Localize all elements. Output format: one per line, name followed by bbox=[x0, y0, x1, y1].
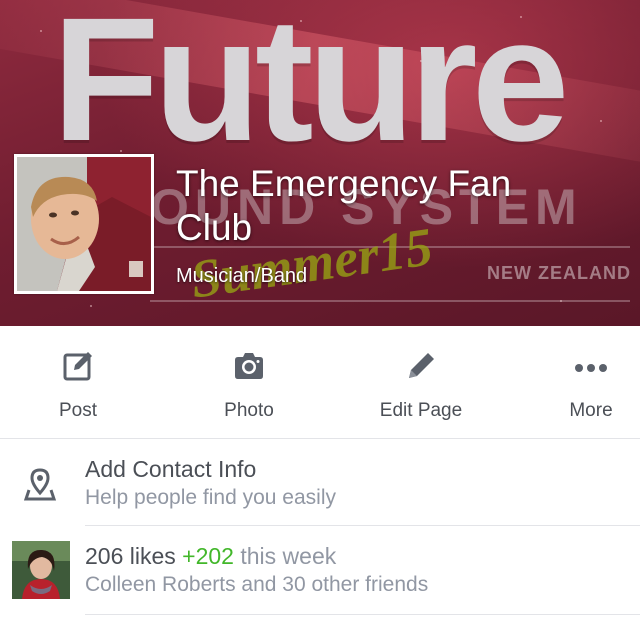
edit-page-button-label: Edit Page bbox=[379, 400, 463, 421]
page-action-bar: Post Photo Edit Page More bbox=[0, 326, 640, 439]
photo-button-label: Photo bbox=[224, 400, 274, 421]
camera-icon bbox=[235, 353, 263, 379]
more-button[interactable]: More bbox=[532, 326, 640, 438]
post-button[interactable]: Post bbox=[18, 326, 138, 438]
likes-summary: 206 likes +202 this week bbox=[85, 543, 336, 570]
location-pin-icon bbox=[23, 468, 57, 501]
row-divider bbox=[85, 525, 640, 526]
profile-portrait-icon bbox=[17, 157, 151, 291]
cover-photo[interactable]: Future OUND SYSTEM Summer15 NEW ZEALAND … bbox=[0, 0, 640, 326]
edit-page-button[interactable]: Edit Page bbox=[360, 326, 482, 438]
page-likes-row[interactable]: 206 likes +202 this week Colleen Roberts… bbox=[0, 527, 640, 615]
friends-who-like: Colleen Roberts and 30 other friends bbox=[85, 573, 429, 596]
add-contact-info-subtitle: Help people find you easily bbox=[85, 486, 336, 509]
add-contact-info-title: Add Contact Info bbox=[85, 456, 257, 482]
profile-picture[interactable] bbox=[14, 154, 154, 294]
cover-region-text: NEW ZEALAND bbox=[487, 263, 631, 283]
add-contact-info-row[interactable]: Add Contact Info Help people find you ea… bbox=[0, 440, 640, 526]
likes-period: this week bbox=[240, 543, 337, 569]
likes-count: 206 likes bbox=[85, 543, 176, 569]
cover-speck bbox=[40, 30, 42, 32]
more-dots-icon bbox=[575, 364, 607, 372]
page-category[interactable]: Musician/Band bbox=[176, 265, 307, 288]
photo-button[interactable]: Photo bbox=[189, 326, 309, 438]
friend-portrait-icon bbox=[12, 541, 70, 599]
compose-icon bbox=[63, 352, 92, 381]
post-button-label: Post bbox=[58, 400, 98, 421]
likes-weekly-delta: +202 bbox=[182, 543, 234, 569]
page-title: The Emergency Fan Club bbox=[176, 163, 512, 248]
friend-avatar bbox=[12, 541, 70, 599]
more-button-label: More bbox=[569, 400, 613, 421]
cover-headline: Future bbox=[52, 0, 570, 178]
pencil-icon bbox=[409, 353, 434, 378]
cover-speck bbox=[90, 305, 92, 307]
cover-speck bbox=[600, 120, 602, 122]
row-divider bbox=[85, 614, 640, 615]
